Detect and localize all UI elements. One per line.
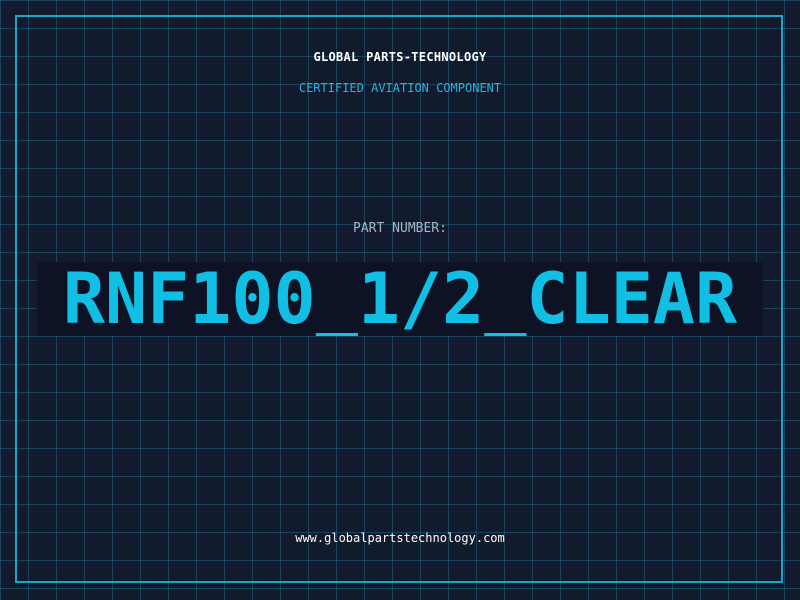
company-tagline: CERTIFIED AVIATION COMPONENT — [298, 81, 502, 95]
website-url: www.globalpartstechnology.com — [295, 531, 505, 545]
part-number-label: PART NUMBER: — [353, 221, 447, 236]
label-canvas: GLOBAL PARTS-TECHNOLOGY CERTIFIED AVIATI… — [0, 0, 800, 600]
company-name: GLOBAL PARTS-TECHNOLOGY — [313, 50, 487, 64]
part-number-value: RNF100_1/2_CLEAR — [37, 262, 763, 336]
